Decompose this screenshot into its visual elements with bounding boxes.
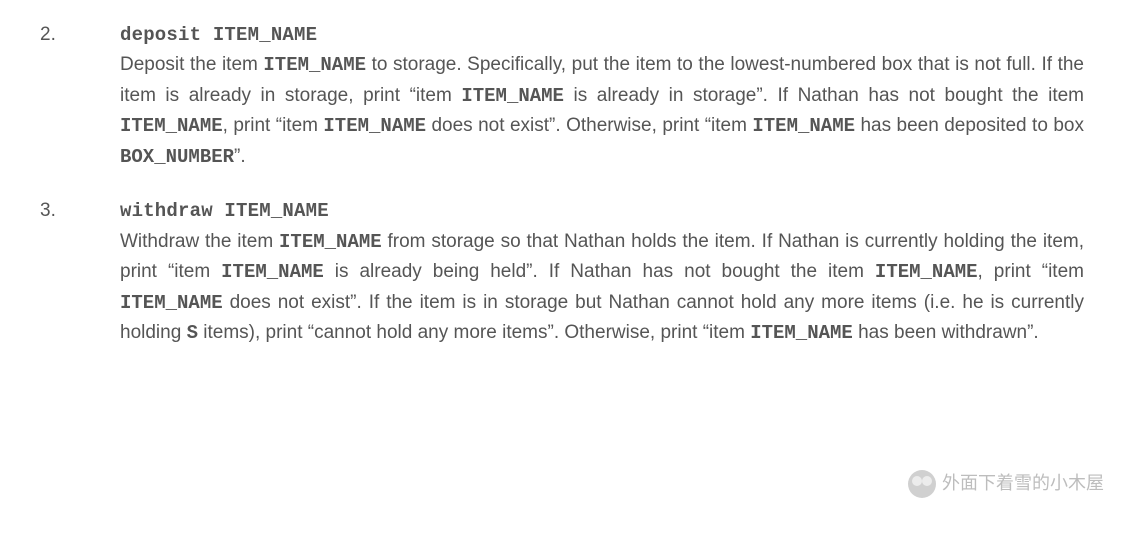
command-syntax: withdraw ITEM_NAME [120,200,329,222]
watermark: 外面下着雪的小木屋 [908,470,1104,498]
list-item-3: 3. withdraw ITEM_NAME Withdraw the item … [40,196,1084,348]
item-content: withdraw ITEM_NAME Withdraw the item ITE… [120,196,1084,348]
watermark-text: 外面下着雪的小木屋 [942,470,1104,498]
item-description: Deposit the item ITEM_NAME to storage. S… [120,54,1084,166]
item-number: 2. [40,20,120,49]
wechat-icon [908,470,936,498]
list-item-2: 2. deposit ITEM_NAME Deposit the item IT… [40,20,1084,172]
item-content: deposit ITEM_NAME Deposit the item ITEM_… [120,20,1084,172]
item-description: Withdraw the item ITEM_NAME from storage… [120,231,1084,343]
command-syntax: deposit ITEM_NAME [120,24,317,46]
item-number: 3. [40,196,120,225]
